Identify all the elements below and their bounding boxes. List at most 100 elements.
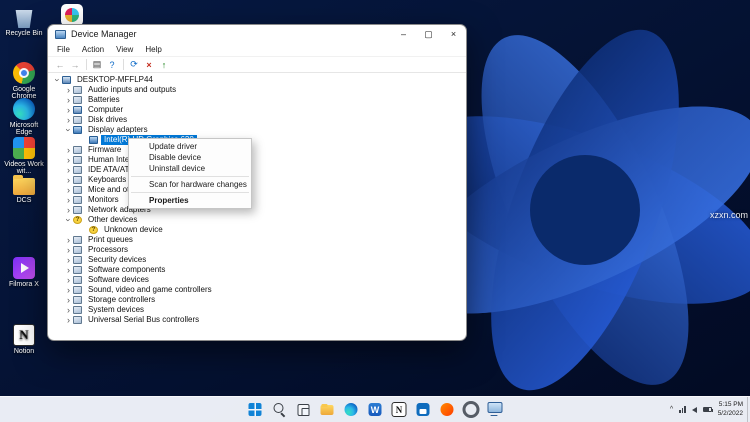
taskbar-icon-notion[interactable] [391,401,408,418]
tree-chevron-icon[interactable]: › [64,85,73,95]
tree-row[interactable]: › Monitors [48,195,466,205]
tree-chevron-icon[interactable]: › [64,165,73,175]
tree-chevron-icon[interactable]: › [64,255,73,265]
tree-row[interactable]: › System devices [48,305,466,315]
context-menu-item[interactable]: Uninstall device [129,163,251,174]
tree-row[interactable]: › Audio inputs and outputs [48,85,466,95]
tree-chevron-icon[interactable]: › [64,305,73,315]
tree-chevron-icon[interactable]: › [64,315,73,325]
tree-row[interactable]: Intel(R) HD Graphics 620 [48,135,466,145]
tree-chevron-icon[interactable]: › [64,175,73,185]
tree-row[interactable]: › Software components [48,265,466,275]
context-menu-item[interactable]: Scan for hardware changes [129,179,251,190]
desktop-icon-edge[interactable]: Microsoft Edge [1,98,47,136]
tree-chevron-icon[interactable]: › [53,76,63,85]
desktop-icon-filmora[interactable]: Filmora X [1,257,47,288]
tree-row[interactable]: Unknown device [48,225,466,235]
taskbar-icon-file-explorer[interactable] [319,401,336,418]
tree-row[interactable]: › Storage controllers [48,295,466,305]
tree-chevron-icon[interactable]: › [64,155,73,165]
desktop-icon-image [61,4,83,26]
device-category-icon [73,116,82,124]
tree-chevron-icon[interactable]: › [64,275,73,285]
tree-row[interactable]: › DESKTOP-MFFLP44 [48,75,466,85]
clock[interactable]: 5:15 PM 5/2/2022 [718,401,743,417]
close-button[interactable]: × [441,25,466,43]
context-menu-item[interactable]: Update driver [129,141,251,152]
taskbar-icon-device-manager[interactable] [487,401,504,418]
tree-row[interactable]: › Other devices [48,215,466,225]
toolbar-button-export[interactable]: ▤ [90,58,104,71]
tree-row[interactable]: › Software devices [48,275,466,285]
taskbar-icon-edge[interactable] [343,401,360,418]
tree-chevron-icon[interactable]: › [64,105,73,115]
toolbar-button-separator[interactable] [120,58,126,71]
device-category-icon [73,276,82,284]
tree-row[interactable]: › Computer [48,105,466,115]
tree-chevron-icon[interactable]: › [64,126,74,135]
toolbar-button-forward[interactable]: → [68,58,82,71]
toolbar-button-uninstall[interactable]: × [142,58,156,71]
tree-chevron-icon[interactable]: › [64,95,73,105]
tree-row[interactable]: › Mice and other pointing devices [48,185,466,195]
tree-row[interactable]: › Batteries [48,95,466,105]
taskbar-icon-search[interactable] [271,401,288,418]
tree-chevron-icon[interactable]: › [64,235,73,245]
desktop-icon-label: Microsoft Edge [9,122,39,136]
tree-chevron-icon[interactable]: › [64,216,74,225]
device-category-icon [73,236,82,244]
taskbar-icon-settings[interactable] [463,401,480,418]
taskbar-icon-task-view[interactable] [295,401,312,418]
tree-row[interactable]: › Human Interface Devices [48,155,466,165]
network-icon[interactable] [679,406,686,413]
tree-label: Sound, video and game controllers [88,285,212,294]
toolbar-button-separator[interactable] [83,58,89,71]
minimize-button[interactable]: – [391,25,416,43]
toolbar-button-scan-hardware[interactable]: ⟳ [127,58,141,71]
tree-row[interactable]: › IDE ATA/ATAPI controllers [48,165,466,175]
desktop-icon-videos[interactable]: Videos Work wit... [1,137,47,175]
tree-row[interactable]: › Print queues [48,235,466,245]
tree-row[interactable]: › Disk drives [48,115,466,125]
tree-chevron-icon[interactable]: › [64,285,73,295]
tree-row[interactable]: › Processors [48,245,466,255]
titlebar[interactable]: Device Manager – ▢ × [48,25,466,43]
context-menu-item[interactable]: Disable device [129,152,251,163]
desktop-icon-recycle-bin[interactable]: Recycle Bin [1,6,47,37]
desktop-icon-folder-dcs[interactable]: DCS [1,175,47,204]
tree-row[interactable]: › Network adapters [48,205,466,215]
maximize-button[interactable]: ▢ [416,25,441,43]
tree-row[interactable]: › Security devices [48,255,466,265]
menu-item[interactable]: Help [139,45,167,54]
tree-chevron-icon[interactable]: › [64,265,73,275]
watermark: xzxn.com [709,210,748,220]
tray-chevron-icon[interactable]: ^ [670,406,673,413]
toolbar-button-help[interactable]: ? [105,58,119,71]
volume-icon[interactable] [691,406,697,413]
taskbar-icon-word[interactable] [367,401,384,418]
taskbar-icon-start[interactable] [247,401,264,418]
taskbar-icon-movavi[interactable] [439,401,456,418]
tree-chevron-icon[interactable]: › [64,145,73,155]
tree-chevron-icon[interactable]: › [64,195,73,205]
menu-item[interactable]: Action [76,45,110,54]
desktop-icon-chrome[interactable]: Google Chrome [1,62,47,100]
tree-chevron-icon[interactable]: › [64,115,73,125]
tree-row[interactable]: › Firmware [48,145,466,155]
tree-chevron-icon[interactable]: › [64,205,73,215]
context-menu-item[interactable]: Properties [129,195,251,206]
tree-chevron-icon[interactable]: › [64,295,73,305]
battery-icon[interactable] [702,407,713,412]
tree-row[interactable]: › Universal Serial Bus controllers [48,315,466,325]
tree-row[interactable]: › Display adapters [48,125,466,135]
menu-item[interactable]: File [51,45,76,54]
desktop-icon-notion[interactable]: Notion [1,324,47,355]
toolbar-button-update-driver[interactable]: ↑ [157,58,171,71]
tree-row[interactable]: › Keyboards [48,175,466,185]
taskbar-icon-store[interactable] [415,401,432,418]
tree-chevron-icon[interactable]: › [64,245,73,255]
toolbar-button-back[interactable]: ← [53,58,67,71]
menu-item[interactable]: View [110,45,139,54]
tree-chevron-icon[interactable]: › [64,185,73,195]
tree-row[interactable]: › Sound, video and game controllers [48,285,466,295]
